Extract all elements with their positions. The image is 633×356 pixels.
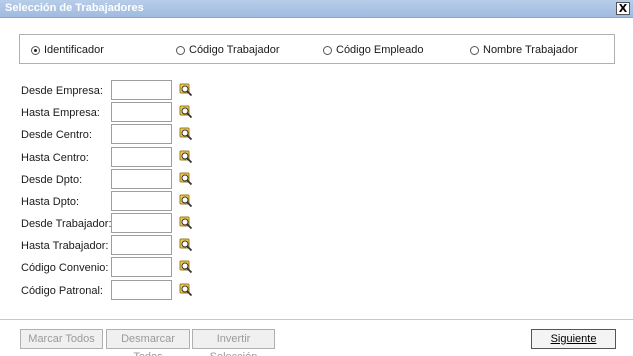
radio-label: Nombre Trabajador — [483, 44, 578, 56]
search-icon[interactable] — [179, 238, 193, 252]
codigo-patronal-input[interactable] — [111, 280, 172, 300]
search-mode-group: Identificador Código Trabajador Código E… — [19, 34, 615, 64]
field-label: Desde Empresa: — [21, 85, 103, 97]
search-icon[interactable] — [179, 127, 193, 141]
field-label: Hasta Centro: — [21, 152, 89, 164]
close-button[interactable]: X — [616, 2, 630, 15]
radio-button-icon[interactable] — [176, 45, 185, 55]
footer-divider — [0, 319, 633, 320]
radio-button-icon[interactable] — [470, 45, 479, 55]
field-label: Código Convenio: — [21, 262, 109, 274]
desde-dpto-input[interactable] — [111, 169, 172, 189]
unmark-all-button[interactable]: Desmarcar Todos — [106, 329, 190, 356]
hasta-dpto-input[interactable] — [111, 191, 172, 211]
radio-identificador[interactable]: Identificador — [31, 44, 104, 56]
desde-trabajador-input[interactable] — [111, 213, 172, 233]
desde-empresa-input[interactable] — [111, 80, 172, 100]
row-codigo-patronal: Código Patronal: — [0, 280, 220, 300]
radio-label: Código Empleado — [336, 44, 424, 56]
next-button[interactable]: Siguiente — [531, 329, 616, 349]
field-label: Desde Dpto: — [21, 174, 83, 186]
title-bar: Selección de Trabajadores X — [0, 0, 633, 18]
search-icon[interactable] — [179, 260, 193, 274]
hasta-empresa-input[interactable] — [111, 102, 172, 122]
search-icon[interactable] — [179, 172, 193, 186]
next-button-label: Siguiente — [550, 333, 597, 345]
row-desde-dpto: Desde Dpto: — [0, 169, 220, 189]
radio-codigo-trabajador[interactable]: Código Trabajador — [176, 44, 280, 56]
row-hasta-trabajador: Hasta Trabajador: — [0, 235, 220, 255]
row-hasta-empresa: Hasta Empresa: — [0, 102, 220, 122]
search-icon[interactable] — [179, 216, 193, 230]
radio-codigo-empleado[interactable]: Código Empleado — [323, 44, 423, 56]
row-desde-empresa: Desde Empresa: — [0, 80, 220, 100]
row-desde-trabajador: Desde Trabajador: — [0, 213, 220, 233]
search-icon[interactable] — [179, 150, 193, 164]
radio-label: Identificador — [44, 44, 104, 56]
field-label: Hasta Dpto: — [21, 196, 80, 208]
field-label: Desde Trabajador: — [21, 218, 112, 230]
search-icon[interactable] — [179, 105, 193, 119]
field-label: Hasta Trabajador: — [21, 240, 109, 252]
row-hasta-centro: Hasta Centro: — [0, 147, 220, 167]
window-title: Selección de Trabajadores — [5, 2, 144, 14]
field-label: Hasta Empresa: — [21, 107, 100, 119]
hasta-trabajador-input[interactable] — [111, 235, 172, 255]
field-label: Código Patronal: — [21, 285, 103, 297]
desde-centro-input[interactable] — [111, 124, 172, 144]
codigo-convenio-input[interactable] — [111, 257, 172, 277]
hasta-centro-input[interactable] — [111, 147, 172, 167]
field-label: Desde Centro: — [21, 129, 92, 141]
radio-label: Código Trabajador — [189, 44, 280, 56]
search-icon[interactable] — [179, 194, 193, 208]
search-icon[interactable] — [179, 83, 193, 97]
radio-nombre-trabajador[interactable]: Nombre Trabajador — [470, 44, 578, 56]
search-icon[interactable] — [179, 283, 193, 297]
row-codigo-convenio: Código Convenio: — [0, 257, 220, 277]
row-hasta-dpto: Hasta Dpto: — [0, 191, 220, 211]
radio-button-icon[interactable] — [323, 45, 332, 55]
invert-selection-button[interactable]: Invertir Selección — [192, 329, 275, 356]
radio-button-selected-icon[interactable] — [31, 45, 40, 55]
row-desde-centro: Desde Centro: — [0, 124, 220, 144]
mark-all-button[interactable]: Marcar Todos — [20, 329, 103, 349]
